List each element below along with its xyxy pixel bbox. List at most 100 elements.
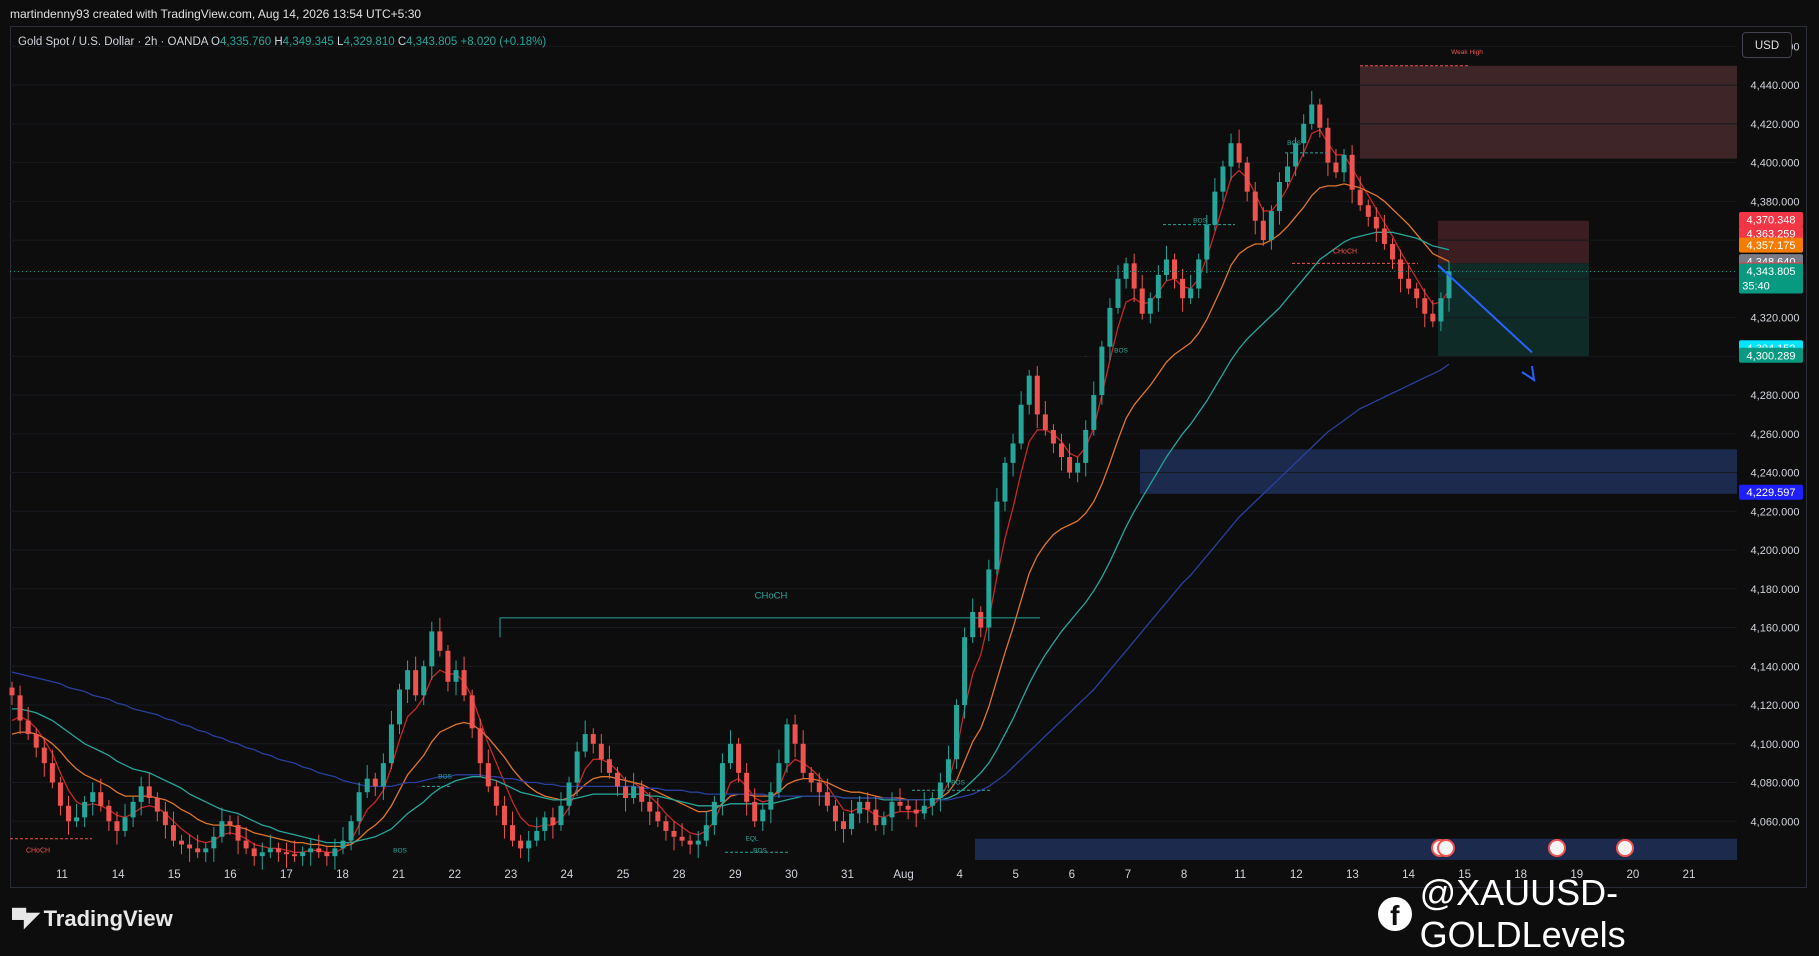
tradingview-logo[interactable]: ▀◤ TradingView [12, 906, 173, 932]
x-tick-label: 23 [504, 869, 517, 881]
candle-body [1083, 429, 1089, 463]
candle-body [493, 786, 499, 806]
currency-button[interactable]: USD [1742, 32, 1792, 58]
economic-event-flag-icon [1548, 839, 1566, 857]
y-tick-label: 4,060.000 [1751, 816, 1800, 828]
candle-body [1058, 443, 1064, 458]
candle-body [889, 801, 895, 818]
y-tick-label: 4,440.000 [1751, 80, 1800, 92]
candle-body [1026, 375, 1032, 405]
candle-body [1172, 259, 1178, 279]
candle-body [1163, 259, 1169, 275]
candle-body [1139, 288, 1145, 314]
candle-body [1131, 263, 1137, 289]
candle-body [1276, 181, 1282, 212]
candle-body [832, 805, 838, 822]
candle-body [1365, 205, 1371, 217]
candle-body [1115, 278, 1121, 308]
candlestick-chart[interactable]: 4,060.000 4,080.000 4,100.000 4,120.000 4,14… [0, 0, 1819, 949]
candle-body [267, 848, 273, 853]
candle-body [897, 801, 903, 806]
candle-body [663, 821, 669, 831]
candle-body [986, 569, 992, 628]
candle-body [744, 772, 750, 802]
x-tick-label: 29 [729, 869, 742, 881]
y-tick-label: 4,100.000 [1751, 739, 1800, 751]
candle-body [768, 792, 774, 810]
candle-body [437, 631, 443, 651]
candle-body [784, 724, 790, 764]
candle-body [687, 840, 693, 845]
candle-body [316, 848, 322, 853]
close-value: 4,343.805 [406, 36, 458, 48]
candle-body [913, 809, 919, 814]
tradingview-logo-icon: ▀◤ [12, 908, 40, 931]
y-tick-label: 4,160.000 [1751, 623, 1800, 635]
candle-body [728, 743, 733, 764]
candle-body [1050, 429, 1056, 444]
candle-body [170, 825, 176, 841]
candle-body [994, 501, 1000, 570]
candle-body [978, 612, 984, 628]
candle-body [518, 840, 524, 849]
candle-body [106, 805, 112, 822]
x-tick-label: 7 [1125, 869, 1131, 881]
y-tick-label: 4,080.000 [1751, 778, 1800, 790]
zone-short-position-target [1438, 263, 1589, 357]
candle-body [364, 778, 370, 793]
candle-body [1107, 307, 1113, 347]
candle-body [1325, 127, 1331, 163]
candle-body [219, 821, 225, 837]
x-tick-label: 15 [168, 869, 181, 881]
annotation-weak_high: Weak High [1451, 49, 1483, 56]
annotation-bos: BOS [438, 774, 452, 781]
candle-body [542, 817, 548, 831]
x-tick-label: 16 [224, 869, 237, 881]
candle-body [445, 650, 451, 682]
candle-body [195, 848, 201, 853]
candle-body [873, 809, 879, 826]
candle-body [179, 840, 185, 845]
x-tick-label: 11 [1234, 869, 1246, 881]
candle-body [962, 637, 968, 706]
candle-body [90, 792, 96, 802]
candle-body [1220, 166, 1226, 192]
candle-body [736, 743, 742, 773]
zone-supply [1360, 65, 1737, 159]
candle-body [235, 825, 241, 841]
symbol-legend: Gold Spot / U.S. Dollar · 2h · OANDA O4,… [18, 36, 546, 48]
candle-body [881, 817, 887, 826]
candle-body [211, 836, 217, 849]
candle-body [1357, 189, 1363, 206]
candle-body [1341, 154, 1347, 173]
x-tick-label: 28 [673, 869, 686, 881]
y-tick-label: 4,120.000 [1751, 700, 1800, 712]
x-tick-label: 25 [617, 869, 630, 881]
candle-body [1373, 216, 1379, 229]
projection-arrow-head [1521, 365, 1536, 383]
price-axis-tag-label: 4,229.597 [1747, 487, 1796, 499]
candle-body [752, 801, 758, 822]
high-label: H [274, 36, 283, 48]
candle-body [1260, 220, 1266, 241]
candle-body [703, 825, 709, 841]
candle-body [1430, 313, 1436, 322]
candle-body [138, 786, 144, 802]
candle-body [510, 825, 516, 841]
candle-body [9, 687, 15, 696]
candle-body [954, 705, 960, 760]
candle-body [1018, 404, 1024, 444]
x-tick-label: 22 [448, 869, 461, 881]
candle-body [655, 811, 661, 822]
price-axis-tag-label: 4,370.348 [1747, 215, 1796, 227]
annotation-bos: BOS [1114, 347, 1128, 354]
candle-body [582, 734, 588, 752]
candle-body [227, 821, 233, 826]
candle-body [324, 852, 330, 857]
candle-body [614, 772, 620, 787]
x-tick-label: 21 [392, 869, 405, 881]
candle-body [1333, 162, 1339, 173]
candle-body [679, 836, 685, 841]
price-axis-tag-label: 4,343.805 [1747, 266, 1796, 278]
x-tick-label: 13 [1346, 869, 1359, 881]
